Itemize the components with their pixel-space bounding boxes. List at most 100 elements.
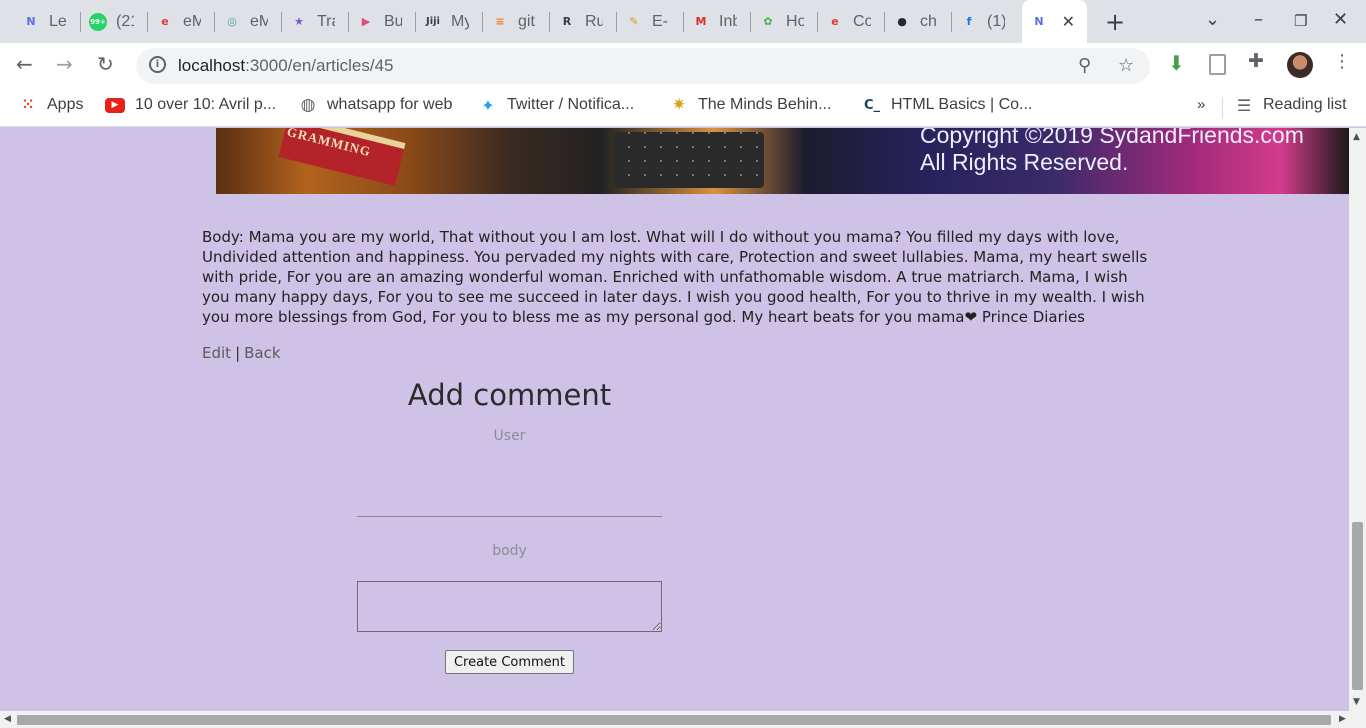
- back-arrow-icon[interactable]: ←: [16, 52, 33, 76]
- bookmarks-bar: ⁙ Apps ▶ 10 over 10: Avril p... ◍ whatsa…: [0, 89, 1366, 127]
- bookmark-apps[interactable]: ⁙ Apps: [19, 96, 83, 114]
- tab-title: Bu: [384, 12, 402, 30]
- bookmark-codecademy[interactable]: C_ HTML Basics | Co...: [863, 96, 1032, 114]
- bookmark-label: 10 over 10: Avril p...: [135, 96, 277, 113]
- profile-avatar[interactable]: [1287, 52, 1313, 78]
- bookmarks-divider: [1222, 97, 1223, 119]
- copyright-line: Copyright ©2019 SydandFriends.com: [920, 128, 1304, 148]
- back-link[interactable]: Back: [244, 344, 280, 362]
- tab-5[interactable]: ★ Tra: [282, 0, 349, 43]
- youtube-icon: ▶: [105, 97, 125, 113]
- url-text[interactable]: localhost:3000/en/articles/45: [178, 56, 394, 76]
- whatsapp-icon: 99+: [89, 12, 107, 31]
- codecademy-icon: C_: [863, 97, 881, 113]
- header-banner-image: GRAMMING Copyright ©2019 SydandFriends.c…: [216, 128, 1349, 194]
- article-actions: Edit | Back: [202, 344, 281, 362]
- plant-icon: ✿: [763, 15, 773, 28]
- body-label: body: [492, 543, 527, 559]
- bookmark-twitter[interactable]: ✦ Twitter / Notifica...: [479, 95, 634, 115]
- twitter-icon: ✦: [481, 95, 495, 115]
- document-extension-icon[interactable]: [1209, 54, 1226, 75]
- bookmark-star-icon[interactable]: ☆: [1118, 55, 1134, 76]
- bookmarks-overflow-button[interactable]: »: [1197, 96, 1205, 113]
- tab-title: Inb: [719, 12, 737, 30]
- horizontal-scrollbar[interactable]: ◀ ▶: [0, 711, 1366, 728]
- tab-title: Le: [49, 12, 67, 30]
- forward-arrow-icon[interactable]: →: [56, 52, 73, 76]
- bookmark-youtube[interactable]: ▶ 10 over 10: Avril p...: [105, 96, 276, 114]
- tab-strip: N Le 99+ (21 e eM ◎ eM ★ Tra ▶ Bu Jiji My ≡ git R Ru ✎ E- MI…: [0, 0, 1366, 43]
- tab-6[interactable]: ▶ Bu: [349, 0, 416, 43]
- scroll-right-arrow-icon[interactable]: ▶: [1339, 714, 1346, 724]
- rights-line: All Rights Reserved.: [920, 149, 1129, 175]
- tab-14[interactable]: ● ch: [885, 0, 952, 43]
- scroll-left-arrow-icon[interactable]: ◀: [4, 714, 11, 724]
- gmail-icon: M: [695, 15, 707, 28]
- reading-list-icon: ☰: [1236, 95, 1252, 115]
- rails-icon: R: [562, 15, 572, 28]
- tab-title: git: [518, 12, 535, 30]
- play-circle-icon: ▶: [361, 15, 371, 28]
- link-separator: |: [235, 344, 241, 362]
- tab-11[interactable]: M Inb: [684, 0, 751, 43]
- restore-button[interactable]: ❐: [1294, 12, 1307, 30]
- close-tab-icon[interactable]: ✕: [1062, 12, 1075, 31]
- bookmark-label: Apps: [47, 96, 84, 113]
- extensions-puzzle-icon[interactable]: ✚: [1248, 50, 1270, 72]
- tab-title: eM: [183, 12, 201, 30]
- tab-16[interactable]: N ✕: [1022, 0, 1087, 43]
- edit-link[interactable]: Edit: [202, 344, 231, 362]
- bookmark-label: HTML Basics | Co...: [891, 96, 1033, 113]
- tab-title: Ru: [585, 12, 603, 30]
- reload-icon[interactable]: ↻: [97, 52, 114, 76]
- broom-icon: ✎: [629, 15, 639, 28]
- vertical-scroll-thumb[interactable]: [1352, 522, 1363, 690]
- address-bar[interactable]: i localhost:3000/en/articles/45 ⚲ ☆: [136, 48, 1150, 84]
- microverse-icon: N: [26, 15, 36, 28]
- tab-title: ch: [920, 12, 937, 30]
- tab-9[interactable]: R Ru: [550, 0, 617, 43]
- reading-list-label: Reading list: [1263, 96, 1347, 113]
- scroll-up-arrow-icon[interactable]: ▲: [1353, 132, 1360, 142]
- tab-7[interactable]: Jiji My: [416, 0, 483, 43]
- tab-search-icon[interactable]: ⌄: [1205, 9, 1220, 30]
- tab-8[interactable]: ≡ git: [483, 0, 550, 43]
- bookmark-minds[interactable]: ✷ The Minds Behin...: [670, 95, 832, 115]
- tab-3[interactable]: e eM: [148, 0, 215, 43]
- menu-kebab-icon[interactable]: ⋮: [1333, 51, 1355, 73]
- globe-icon: ◍: [300, 95, 316, 115]
- minimize-button[interactable]: –: [1254, 9, 1263, 30]
- tab-title: Tra: [317, 12, 335, 30]
- user-input[interactable]: [357, 448, 662, 517]
- bookmark-label: whatsapp for web: [327, 96, 453, 113]
- site-info-icon[interactable]: i: [149, 56, 166, 73]
- tab-1[interactable]: N Le: [14, 0, 81, 43]
- body-textarea[interactable]: [357, 581, 662, 632]
- microverse-icon: N: [1034, 15, 1044, 28]
- create-comment-button[interactable]: Create Comment: [445, 650, 574, 674]
- tab-15[interactable]: f (1): [952, 0, 1019, 43]
- tab-4[interactable]: ◎ eM: [215, 0, 282, 43]
- tab-13[interactable]: e Co: [818, 0, 885, 43]
- tab-title: eM: [250, 12, 268, 30]
- add-comment-heading: Add comment: [407, 378, 612, 412]
- keyboard-graphic: [614, 132, 764, 188]
- tab-title: E-: [652, 12, 668, 30]
- download-extension-icon[interactable]: ⬇: [1168, 51, 1190, 75]
- emicroverse-icon: e: [161, 15, 169, 28]
- tab-10[interactable]: ✎ E-: [617, 0, 684, 43]
- vertical-scrollbar[interactable]: ▲ ▼: [1349, 128, 1366, 711]
- scroll-down-arrow-icon[interactable]: ▼: [1353, 697, 1360, 707]
- banner-copyright: Copyright ©2019 SydandFriends.com All Ri…: [920, 128, 1304, 176]
- close-window-button[interactable]: ✕: [1333, 9, 1348, 30]
- tab-12[interactable]: ✿ Ho: [751, 0, 818, 43]
- bookmark-whatsapp[interactable]: ◍ whatsapp for web: [299, 95, 453, 115]
- tab-title: Co: [853, 12, 871, 30]
- tab-2[interactable]: 99+ (21: [81, 0, 148, 43]
- horizontal-scroll-thumb[interactable]: [17, 715, 1331, 725]
- new-tab-button[interactable]: +: [1105, 8, 1125, 36]
- apps-grid-icon: ⁙: [22, 97, 34, 113]
- tab-title: My: [451, 12, 469, 30]
- zoom-icon[interactable]: ⚲: [1078, 55, 1091, 76]
- reading-list-button[interactable]: ☰ Reading list: [1235, 95, 1347, 115]
